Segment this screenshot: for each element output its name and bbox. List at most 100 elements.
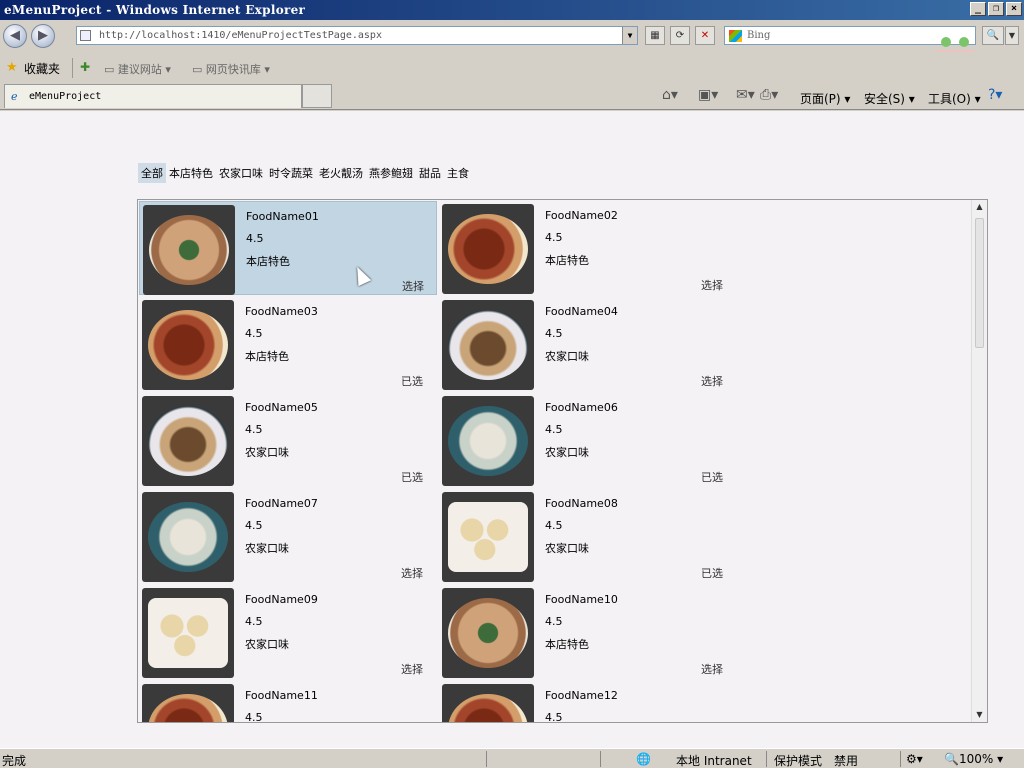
favorites-bar: ★ 收藏夹 ✚ ▭ 建议网站 ▾ ▭ 网页快讯库 ▾ (0, 52, 1024, 82)
print-icon[interactable]: ⎙▾ (760, 87, 778, 103)
stop-button[interactable]: ✕ (695, 26, 715, 45)
select-button[interactable]: 选择 (402, 278, 424, 294)
category-tab[interactable]: 主食 (444, 163, 472, 183)
tools-menu[interactable]: 工具(O) ▾ (928, 90, 981, 107)
food-category: 本店特色 (246, 255, 290, 268)
window-title-bar: eMenuProject - Windows Internet Explorer… (0, 0, 1024, 20)
dish-image (448, 310, 528, 380)
food-image (442, 396, 534, 486)
category-tab[interactable]: 燕参鲍翅 (366, 163, 416, 183)
zone-text: 本地 Intranet (676, 754, 752, 768)
address-toolbar: ◀ ▶ http://localhost:1410/eMenuProjectTe… (0, 20, 1024, 52)
select-button[interactable]: 选择 (701, 373, 723, 389)
food-image (442, 204, 534, 294)
web-slice-gallery-link[interactable]: ▭ 网页快讯库 ▾ (192, 61, 270, 77)
globe-icon: 🌐 (636, 752, 651, 766)
divider (900, 751, 901, 767)
food-image (442, 300, 534, 390)
address-bar[interactable]: http://localhost:1410/eMenuProjectTestPa… (76, 26, 638, 45)
select-button[interactable]: 选择 (701, 277, 723, 293)
food-category: 农家口味 (545, 542, 589, 555)
select-button[interactable]: 已选 (401, 469, 423, 485)
food-item[interactable]: FoodName12 4.5 (439, 681, 737, 722)
food-name: FoodName04 (545, 305, 618, 318)
food-image (142, 588, 234, 678)
food-price: 4.5 (245, 423, 263, 436)
category-tab[interactable]: 农家口味 (216, 163, 266, 183)
scroll-thumb[interactable] (975, 218, 984, 348)
food-item[interactable]: FoodName07 4.5 农家口味 选择 (139, 489, 437, 583)
favorites-button[interactable]: 收藏夹 (24, 60, 60, 77)
page-menu[interactable]: 页面(P) ▾ (800, 90, 850, 107)
food-item[interactable]: FoodName10 4.5 本店特色 选择 (439, 585, 737, 679)
minimize-button[interactable]: _ (970, 2, 986, 16)
food-item[interactable]: FoodName06 4.5 农家口味 已选 (439, 393, 737, 487)
food-category: 农家口味 (245, 542, 289, 555)
divider (72, 58, 73, 78)
compatibility-view-button[interactable]: ▦ (645, 26, 665, 45)
category-tab[interactable]: 本店特色 (166, 163, 216, 183)
food-image (442, 588, 534, 678)
add-to-favorites-icon[interactable]: ✚ (80, 60, 90, 74)
vertical-scrollbar[interactable]: ▲ ▼ (971, 200, 987, 722)
dish-image (448, 214, 528, 284)
close-window-button[interactable]: × (1006, 2, 1022, 16)
new-tab-button[interactable] (302, 84, 332, 108)
divider (600, 751, 601, 767)
food-price: 4.5 (245, 519, 263, 532)
food-image (142, 396, 234, 486)
forward-button[interactable]: ▶ (31, 24, 55, 48)
home-icon[interactable]: ⌂▾ (662, 87, 678, 103)
zoom-level[interactable]: 🔍100% ▾ (944, 752, 1003, 766)
select-button[interactable]: 选择 (401, 661, 423, 677)
suggested-sites-link[interactable]: ▭ 建议网站 ▾ (104, 61, 171, 77)
scroll-down-icon[interactable]: ▼ (972, 708, 987, 722)
select-button[interactable]: 选择 (701, 661, 723, 677)
select-button[interactable]: 已选 (701, 469, 723, 485)
food-item[interactable]: FoodName01 4.5 本店特色 选择 (139, 201, 437, 295)
food-item[interactable]: FoodName03 4.5 本店特色 已选 (139, 297, 437, 391)
food-item[interactable]: FoodName09 4.5 农家口味 选择 (139, 585, 437, 679)
food-name: FoodName03 (245, 305, 318, 318)
select-button[interactable]: 选择 (401, 565, 423, 581)
address-dropdown-button[interactable]: ▼ (622, 27, 637, 44)
bing-logo-icon (729, 30, 742, 42)
back-button[interactable]: ◀ (3, 24, 27, 48)
refresh-button[interactable]: ⟳ (670, 26, 690, 45)
select-button[interactable]: 已选 (401, 373, 423, 389)
safety-menu[interactable]: 安全(S) ▾ (864, 90, 915, 107)
food-item[interactable]: FoodName08 4.5 农家口味 已选 (439, 489, 737, 583)
food-item[interactable]: FoodName05 4.5 农家口味 已选 (139, 393, 437, 487)
category-tab[interactable]: 老火靓汤 (316, 163, 366, 183)
food-price: 4.5 (545, 615, 563, 628)
category-tab[interactable]: 全部 (138, 163, 166, 183)
feeds-icon[interactable]: ▣▾ (698, 87, 718, 103)
category-tab[interactable]: 甜品 (416, 163, 444, 183)
zone-options-icon[interactable]: ⚙▾ (906, 752, 923, 766)
help-icon[interactable]: ?▾ (988, 87, 1002, 103)
food-category: 本店特色 (545, 254, 589, 267)
food-name: FoodName08 (545, 497, 618, 510)
restore-button[interactable]: ❐ (988, 2, 1004, 16)
food-item[interactable]: FoodName02 4.5 本店特色 选择 (439, 201, 737, 295)
page-icon: ▭ (192, 63, 206, 76)
mail-icon[interactable]: ✉▾ (736, 87, 755, 103)
tab-emenuproject[interactable]: ℯ eMenuProject (4, 84, 302, 108)
scroll-up-icon[interactable]: ▲ (972, 200, 987, 214)
food-item[interactable]: FoodName04 4.5 农家口味 选择 (439, 297, 737, 391)
food-price: 4.5 (545, 231, 563, 244)
food-name: FoodName10 (545, 593, 618, 606)
category-tab[interactable]: 时令蔬菜 (266, 163, 316, 183)
food-category: 农家口味 (545, 446, 589, 459)
search-button[interactable]: 🔍 (982, 26, 1004, 45)
food-price: 4.5 (245, 615, 263, 628)
status-bar: 完成 🌐 本地 Intranet 保护模式 禁用 ⚙▾ 🔍100% ▾ (0, 748, 1024, 768)
dish-image (148, 598, 228, 668)
status-text: 完成 (2, 754, 27, 768)
ie-icon: ℯ (11, 90, 18, 103)
search-options-button[interactable]: ▼ (1005, 26, 1019, 45)
food-item[interactable]: FoodName11 4.5 (139, 681, 437, 722)
select-button[interactable]: 已选 (701, 565, 723, 581)
food-name: FoodName12 (545, 689, 618, 702)
food-price: 4.5 (245, 327, 263, 340)
